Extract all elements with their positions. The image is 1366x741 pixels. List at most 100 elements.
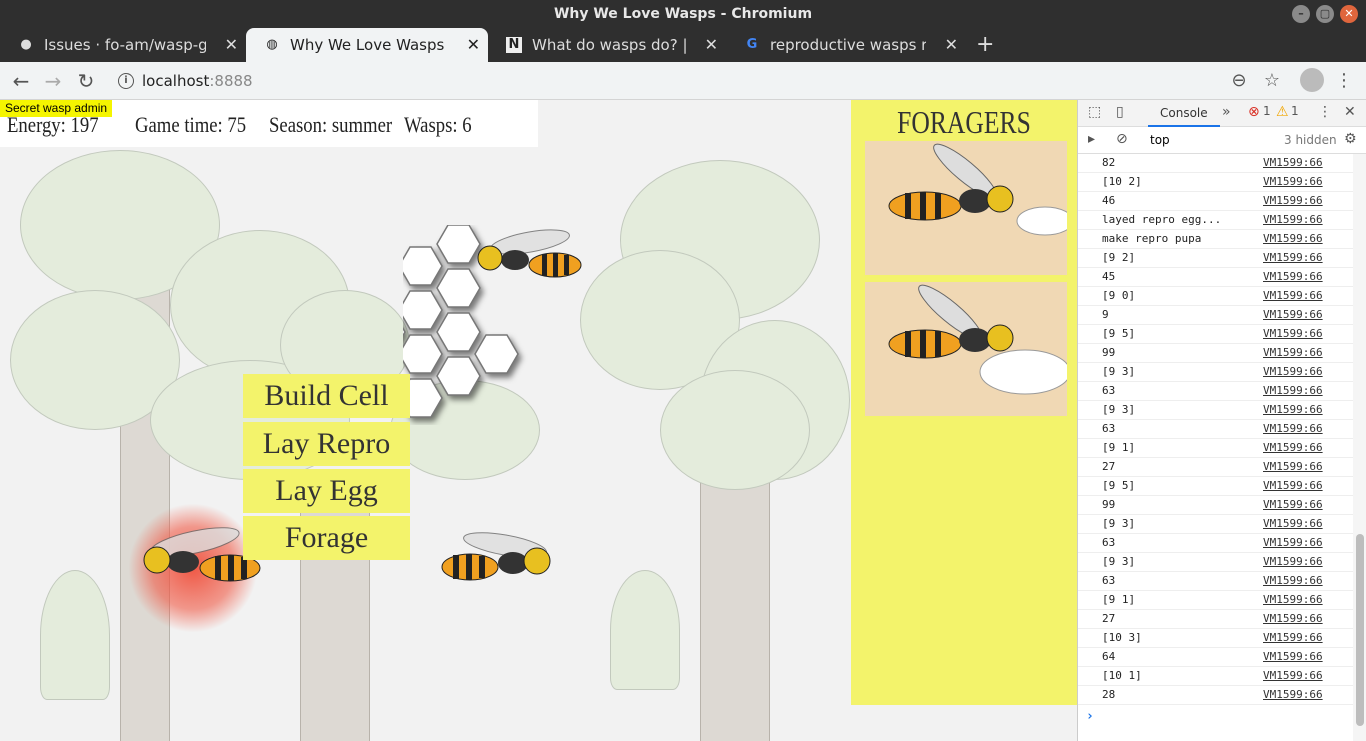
close-window-button[interactable]: ✕: [1340, 5, 1358, 23]
console-log-row: 46 VM1599:66: [1078, 192, 1353, 211]
game-canvas[interactable]: Build Cell Lay Repro Egg Lay Egg Forage …: [0, 100, 1077, 741]
season-stat: Season: summer: [269, 112, 393, 137]
sidebar-toggle-icon[interactable]: ▸: [1088, 131, 1095, 147]
tab-notion[interactable]: N What do wasps do? | Natu ✕: [488, 28, 726, 62]
log-source-link[interactable]: VM1599:66: [1263, 534, 1323, 552]
log-source-link[interactable]: VM1599:66: [1263, 268, 1323, 286]
devtools-panel: ⬚ ▯ Console » ⊗ 1 ⚠ 1 ⋮ ✕ ▸ ⊘ top 3 hidd…: [1077, 100, 1366, 741]
console-scrollbar[interactable]: [1353, 154, 1366, 741]
bookmark-star-icon[interactable]: ☆: [1259, 68, 1285, 94]
secret-admin-button[interactable]: Secret wasp admin: [0, 100, 113, 117]
zoom-icon[interactable]: ⊖: [1226, 68, 1252, 94]
log-message: 63: [1102, 574, 1116, 587]
log-source-link[interactable]: VM1599:66: [1263, 211, 1323, 229]
log-source-link[interactable]: VM1599:66: [1263, 591, 1323, 609]
console-tab[interactable]: Console: [1148, 100, 1220, 127]
close-tab-icon[interactable]: ✕: [467, 28, 480, 62]
build-cell-button[interactable]: Build Cell: [243, 374, 410, 418]
forward-icon[interactable]: →: [40, 68, 66, 94]
log-source-link[interactable]: VM1599:66: [1263, 610, 1323, 628]
settings-gear-icon[interactable]: ⚙: [1344, 131, 1357, 147]
close-tab-icon[interactable]: ✕: [225, 28, 238, 62]
log-source-link[interactable]: VM1599:66: [1263, 648, 1323, 666]
google-icon: G: [746, 37, 758, 52]
log-source-link[interactable]: VM1599:66: [1263, 477, 1323, 495]
log-source-link[interactable]: VM1599:66: [1263, 344, 1323, 362]
console-log-row: 63 VM1599:66: [1078, 534, 1353, 553]
tab-label: Why We Love Wasps: [290, 36, 445, 54]
minimize-button[interactable]: –: [1292, 5, 1310, 23]
error-icon[interactable]: ⊗: [1248, 104, 1260, 120]
new-tab-button[interactable]: +: [976, 28, 994, 62]
clear-console-icon[interactable]: ⊘: [1116, 131, 1128, 147]
log-message: [10 2]: [1102, 175, 1142, 188]
close-tab-icon[interactable]: ✕: [705, 28, 718, 62]
log-message: 27: [1102, 612, 1116, 625]
log-source-link[interactable]: VM1599:66: [1263, 173, 1323, 191]
window-controls: – ▢ ✕: [1292, 5, 1358, 23]
forager-card[interactable]: [865, 282, 1067, 416]
log-source-link[interactable]: VM1599:66: [1263, 325, 1323, 343]
log-source-link[interactable]: VM1599:66: [1263, 686, 1323, 704]
log-source-link[interactable]: VM1599:66: [1263, 439, 1323, 457]
tab-why-we-love-wasps[interactable]: ◍ Why We Love Wasps ✕: [246, 28, 488, 62]
close-devtools-icon[interactable]: ✕: [1344, 104, 1356, 120]
lay-repro-egg-button[interactable]: Lay Repro Egg: [243, 422, 410, 504]
more-tabs-icon[interactable]: »: [1222, 104, 1231, 120]
context-selector[interactable]: top: [1150, 133, 1170, 147]
log-source-link[interactable]: VM1599:66: [1263, 287, 1323, 305]
log-source-link[interactable]: VM1599:66: [1263, 154, 1323, 172]
log-source-link[interactable]: VM1599:66: [1263, 458, 1323, 476]
log-source-link[interactable]: VM1599:66: [1263, 496, 1323, 514]
log-source-link[interactable]: VM1599:66: [1263, 572, 1323, 590]
console-log-row: layed repro egg... VM1599:66: [1078, 211, 1353, 230]
profile-avatar[interactable]: [1300, 68, 1324, 92]
log-message: 82: [1102, 156, 1116, 169]
warning-icon[interactable]: ⚠: [1276, 104, 1289, 120]
log-source-link[interactable]: VM1599:66: [1263, 515, 1323, 533]
kebab-menu-icon[interactable]: ⋮: [1318, 104, 1332, 120]
log-source-link[interactable]: VM1599:66: [1263, 553, 1323, 571]
back-icon[interactable]: ←: [8, 68, 34, 94]
log-source-link[interactable]: VM1599:66: [1263, 249, 1323, 267]
log-source-link[interactable]: VM1599:66: [1263, 629, 1323, 647]
log-source-link[interactable]: VM1599:66: [1263, 306, 1323, 324]
log-message: [9 0]: [1102, 289, 1136, 302]
log-message: 9: [1102, 308, 1109, 321]
console-log-row: [9 3] VM1599:66: [1078, 553, 1353, 572]
log-source-link[interactable]: VM1599:66: [1263, 667, 1323, 685]
forage-button[interactable]: Forage: [243, 516, 410, 560]
forager-card[interactable]: [865, 141, 1067, 275]
device-toggle-icon[interactable]: ▯: [1116, 104, 1124, 120]
log-message: 28: [1102, 688, 1116, 701]
log-message: [9 3]: [1102, 555, 1136, 568]
tab-github[interactable]: ● Issues · fo-am/wasp-game ✕: [0, 28, 246, 62]
wasp-sprite[interactable]: [470, 220, 590, 300]
wasp-sprite[interactable]: [435, 525, 575, 615]
log-source-link[interactable]: VM1599:66: [1263, 363, 1323, 381]
lay-egg-button[interactable]: Lay Egg: [243, 469, 410, 513]
log-source-link[interactable]: VM1599:66: [1263, 401, 1323, 419]
url-host: localhost: [142, 72, 210, 90]
plant-leaves: [40, 570, 110, 700]
log-message: 45: [1102, 270, 1116, 283]
tab-google[interactable]: G reproductive wasps role i ✕: [726, 28, 966, 62]
console-log-row: [9 1] VM1599:66: [1078, 591, 1353, 610]
menu-icon[interactable]: ⋮: [1331, 68, 1357, 94]
log-source-link[interactable]: VM1599:66: [1263, 420, 1323, 438]
console-log-row: make repro pupa VM1599:66: [1078, 230, 1353, 249]
console-prompt[interactable]: ›: [1086, 709, 1094, 724]
address-bar[interactable]: i localhost:8888: [112, 66, 1292, 96]
log-message: [9 2]: [1102, 251, 1136, 264]
log-source-link[interactable]: VM1599:66: [1263, 230, 1323, 248]
scrollbar-thumb[interactable]: [1356, 534, 1364, 726]
info-icon[interactable]: i: [118, 73, 134, 89]
console-log-row: 82 VM1599:66: [1078, 154, 1353, 173]
reload-icon[interactable]: ↻: [73, 68, 99, 94]
log-source-link[interactable]: VM1599:66: [1263, 382, 1323, 400]
log-message: [10 1]: [1102, 669, 1142, 682]
log-source-link[interactable]: VM1599:66: [1263, 192, 1323, 210]
maximize-button[interactable]: ▢: [1316, 5, 1334, 23]
inspect-element-icon[interactable]: ⬚: [1088, 104, 1101, 120]
close-tab-icon[interactable]: ✕: [945, 28, 958, 62]
